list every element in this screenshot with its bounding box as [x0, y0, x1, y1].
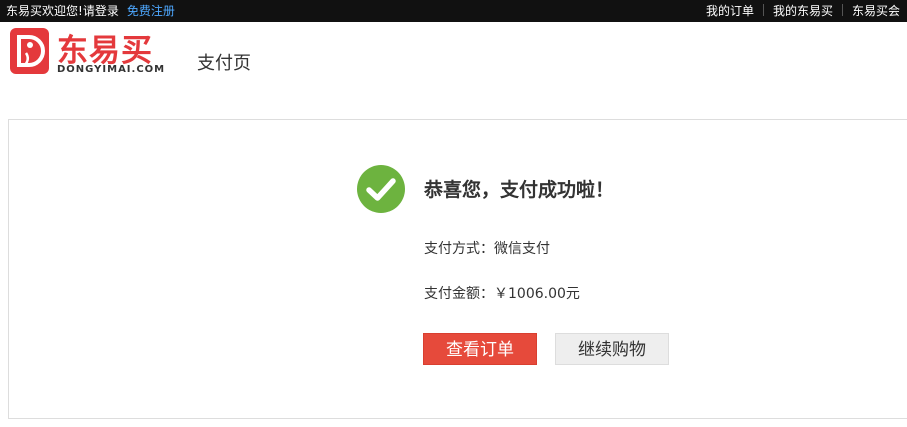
- payment-method-line: 支付方式：微信支付: [424, 238, 550, 258]
- divider: [763, 4, 765, 16]
- payment-result-panel: [8, 119, 907, 419]
- payment-amount-line: 支付金额：￥1006.00元: [424, 283, 580, 303]
- welcome-text: 东易买欢迎您!: [6, 4, 83, 18]
- payment-amount-value: ￥1006.00元: [494, 286, 580, 302]
- continue-shopping-button[interactable]: 继续购物: [555, 333, 669, 365]
- register-link[interactable]: 免费注册: [127, 4, 175, 18]
- login-link[interactable]: 请登录: [83, 4, 119, 18]
- membership-link[interactable]: 东易买会: [852, 4, 900, 18]
- payment-amount-label: 支付金额：: [424, 286, 494, 302]
- elephant-logo-icon: [10, 28, 49, 74]
- payment-method-value: 微信支付: [494, 241, 550, 257]
- page-title: 支付页: [197, 53, 251, 74]
- top-bar-left: 东易买欢迎您!请登录 免费注册: [6, 0, 175, 22]
- view-order-button[interactable]: 查看订单: [423, 333, 537, 365]
- check-circle-icon: [357, 165, 405, 213]
- top-bar: 东易买欢迎您!请登录 免费注册 我的订单 我的东易买 东易买会: [0, 0, 907, 22]
- divider: [842, 4, 844, 16]
- site-logo[interactable]: 东易买 DONGYIMAI.COM: [10, 28, 170, 78]
- success-title: 恭喜您，支付成功啦！: [424, 179, 615, 201]
- logo-subtitle: DONGYIMAI.COM: [57, 64, 166, 75]
- payment-method-label: 支付方式：: [424, 241, 494, 257]
- top-bar-right: 我的订单 我的东易买 东易买会: [706, 0, 900, 22]
- my-account-link[interactable]: 我的东易买: [773, 4, 833, 18]
- my-orders-link[interactable]: 我的订单: [706, 4, 754, 18]
